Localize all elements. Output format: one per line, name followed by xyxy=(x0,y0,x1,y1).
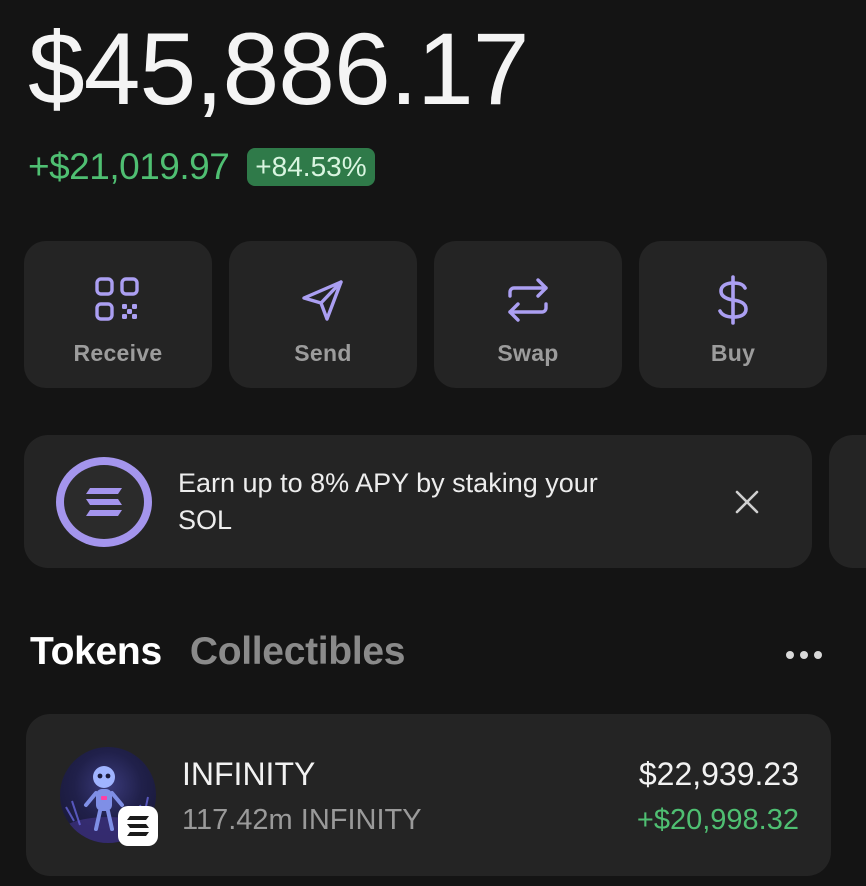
send-label: Send xyxy=(294,340,352,366)
balance-change-amount: +$21,019.97 xyxy=(28,146,230,187)
token-row[interactable]: INFINITY 117.42m INFINITY $22,939.23 +$2… xyxy=(26,714,831,876)
solana-chain-icon xyxy=(118,806,158,846)
balance-change-percent-badge: +84.53% xyxy=(247,147,375,187)
send-button[interactable]: Send xyxy=(229,241,417,388)
send-icon xyxy=(302,280,343,321)
swap-button[interactable]: Swap xyxy=(434,241,622,388)
next-banner-card[interactable] xyxy=(829,435,866,568)
action-bar: Receive Send Swap Buy xyxy=(24,241,827,388)
token-name: INFINITY xyxy=(182,756,316,792)
buy-label: Buy xyxy=(710,340,756,366)
asset-tabs: Tokens Collectibles xyxy=(30,630,405,674)
solana-icon xyxy=(56,457,152,547)
balance-change-row: +$21,019.97 +84.53% xyxy=(28,146,375,188)
swap-icon xyxy=(508,278,548,322)
receive-button[interactable]: Receive xyxy=(24,241,212,388)
close-icon[interactable] xyxy=(732,487,762,517)
dollar-icon xyxy=(718,275,748,325)
more-icon[interactable] xyxy=(784,648,824,662)
staking-promo-banner[interactable]: Earn up to 8% APY by staking your SOL xyxy=(24,435,812,568)
buy-button[interactable]: Buy xyxy=(639,241,827,388)
receive-label: Receive xyxy=(73,340,163,366)
token-quantity: 117.42m INFINITY xyxy=(182,804,422,836)
portfolio-balance: $45,886.17 xyxy=(28,12,529,126)
tab-tokens[interactable]: Tokens xyxy=(30,630,162,674)
token-change: +$20,998.32 xyxy=(636,804,799,836)
tab-collectibles[interactable]: Collectibles xyxy=(190,630,406,674)
token-value: $22,939.23 xyxy=(638,756,799,792)
qr-code-icon xyxy=(95,277,139,321)
swap-label: Swap xyxy=(497,340,559,366)
staking-promo-text: Earn up to 8% APY by staking your SOL xyxy=(178,468,598,535)
